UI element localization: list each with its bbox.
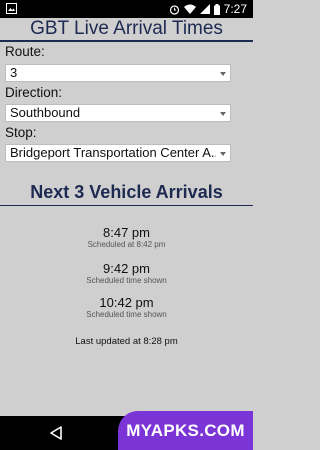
route-label: Route: xyxy=(5,44,45,59)
arrival-time: 9:42 pm xyxy=(103,261,150,276)
route-selected-value: 3 xyxy=(10,65,18,80)
image-icon xyxy=(6,3,17,14)
arrivals-divider xyxy=(0,205,253,206)
signal-icon xyxy=(199,4,210,14)
arrivals-heading: Next 3 Vehicle Arrivals xyxy=(30,182,223,202)
page-title: GBT Live Arrival Times xyxy=(30,18,223,39)
arrival-item: 9:42 pm Scheduled time shown xyxy=(0,261,253,286)
chevron-down-icon xyxy=(220,152,226,156)
direction-select[interactable]: Southbound xyxy=(5,104,231,122)
stop-select[interactable]: Bridgeport Transportation Center A... xyxy=(5,144,231,162)
arrival-note: Scheduled time shown xyxy=(86,310,167,319)
direction-label: Direction: xyxy=(5,85,63,100)
back-icon[interactable] xyxy=(50,426,62,440)
arrival-note: Scheduled time shown xyxy=(86,276,167,285)
title-divider xyxy=(0,40,253,42)
status-time: 7:27 xyxy=(223,2,247,16)
arrival-time: 8:47 pm xyxy=(103,225,150,240)
direction-selected-value: Southbound xyxy=(10,105,81,120)
stop-selected-value: Bridgeport Transportation Center A... xyxy=(10,145,216,160)
route-select[interactable]: 3 xyxy=(5,64,231,82)
alarm-icon xyxy=(169,4,179,15)
arrival-item: 10:42 pm Scheduled time shown xyxy=(0,295,253,320)
chevron-down-icon xyxy=(220,112,226,116)
wifi-icon xyxy=(183,4,196,14)
arrival-item: 8:47 pm Scheduled at 8:42 pm xyxy=(0,225,253,250)
chevron-down-icon xyxy=(220,72,226,76)
watermark-banner: MYAPKS.COM xyxy=(118,411,253,450)
status-bar: 7:27 xyxy=(0,0,253,18)
last-updated-text: Last updated at 8:28 pm xyxy=(75,336,178,347)
battery-icon xyxy=(213,3,220,15)
arrival-note: Scheduled at 8:42 pm xyxy=(87,240,166,249)
stop-label: Stop: xyxy=(5,125,37,140)
arrival-time: 10:42 pm xyxy=(99,295,154,310)
